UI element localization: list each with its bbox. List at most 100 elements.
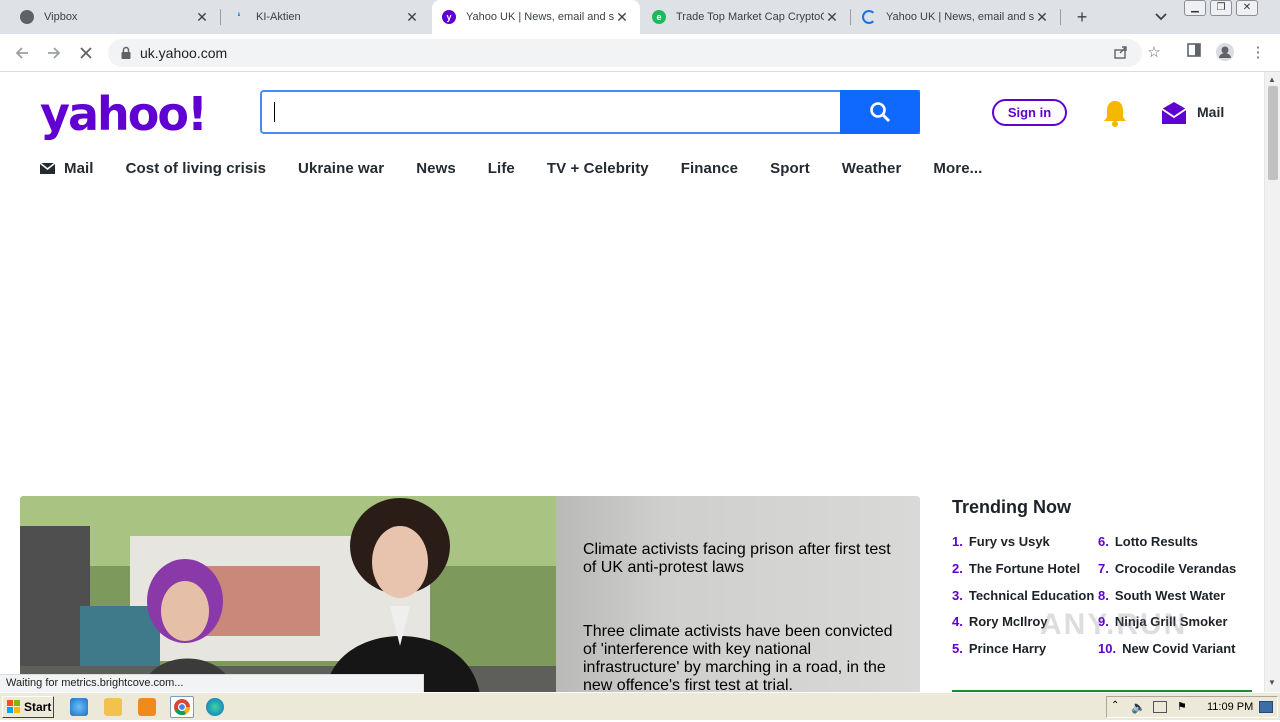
nav-item-finance[interactable]: Finance — [681, 160, 738, 177]
loading-spinner-icon — [862, 10, 876, 24]
tab-vipbox[interactable]: Vipbox ✕ — [10, 0, 220, 34]
trending-rank: 1. — [952, 534, 963, 549]
scroll-up-arrow-icon[interactable]: ▲ — [1268, 75, 1276, 84]
close-icon[interactable]: ✕ — [194, 9, 210, 26]
media-player-icon[interactable] — [138, 698, 156, 716]
search-input[interactable] — [262, 93, 832, 131]
address-bar[interactable]: uk.yahoo.com — [108, 39, 1142, 67]
trending-item[interactable]: 8. South West Water — [1098, 588, 1225, 603]
bookmark-star-icon[interactable]: ☆ — [1143, 42, 1165, 64]
yahoo-favicon-icon: y — [442, 10, 456, 24]
trending-rank: 10. — [1098, 641, 1117, 656]
tab-yahoo-loading[interactable]: Yahoo UK | News, email and se ✕ — [852, 0, 1060, 34]
side-panel-icon[interactable] — [1183, 42, 1205, 64]
nav-item-tv-celebrity[interactable]: TV + Celebrity — [547, 160, 649, 177]
stop-loading-icon[interactable] — [74, 41, 98, 65]
trending-item[interactable]: 5. Prince Harry — [952, 641, 1046, 656]
trending-label: Prince Harry — [968, 641, 1047, 656]
tray-expand-icon[interactable]: ⌃ — [1111, 700, 1119, 711]
trending-item[interactable]: 3. Technical Education — [952, 588, 1094, 603]
trending-rank: 3. — [952, 588, 963, 603]
trending-label: Rory McIlroy — [968, 614, 1048, 629]
trending-rank: 8. — [1098, 588, 1109, 603]
nav-item-ukraine-war[interactable]: Ukraine war — [298, 160, 384, 177]
nav-item-cost-of-living[interactable]: Cost of living crisis — [126, 160, 266, 177]
chrome-taskbar-button[interactable] — [170, 696, 194, 718]
trending-label: Crocodile Verandas — [1114, 561, 1237, 576]
mail-envelope-icon[interactable] — [1160, 100, 1188, 126]
trending-label: Fury vs Usyk — [968, 534, 1050, 549]
tab-search-chevron-icon[interactable] — [1150, 8, 1172, 26]
close-icon[interactable]: ✕ — [824, 9, 840, 26]
mail-icon — [40, 162, 55, 174]
notifications-bell-icon[interactable] — [1102, 98, 1128, 128]
forward-arrow-icon[interactable] — [42, 41, 66, 65]
menu-dots-icon[interactable]: ⋮ — [1247, 42, 1269, 64]
yahoo-logo[interactable]: yahoo! — [40, 86, 208, 142]
tab-title: Yahoo UK | News, email and se — [886, 11, 1034, 23]
edge-icon[interactable] — [206, 698, 224, 716]
search-button[interactable] — [840, 90, 920, 134]
new-tab-button[interactable]: + — [1070, 6, 1094, 28]
status-bubble: Waiting for metrics.brightcove.com... — [0, 674, 424, 692]
nav-item-news[interactable]: News — [416, 160, 456, 177]
tab-separator — [850, 9, 851, 25]
action-center-flag-icon[interactable]: ⚑ — [1177, 700, 1187, 713]
start-label: Start — [24, 700, 52, 714]
nav-item-life[interactable]: Life — [488, 160, 515, 177]
close-icon[interactable]: ✕ — [1034, 9, 1050, 26]
hero-summary: Three climate activists have been convic… — [583, 623, 893, 692]
tab-separator — [1060, 9, 1061, 25]
search-box[interactable] — [260, 90, 920, 134]
trending-label: New Covid Variant — [1122, 641, 1236, 656]
network-icon[interactable] — [1153, 701, 1167, 713]
tab-ki-aktien[interactable]: ʻ KI-Aktien ✕ — [222, 0, 430, 34]
taskbar-clock[interactable]: 11:09 PM — [1207, 701, 1253, 713]
close-icon[interactable]: ✕ — [404, 9, 420, 26]
trending-item[interactable]: 7. Crocodile Verandas — [1098, 561, 1236, 576]
share-icon[interactable] — [1112, 44, 1130, 62]
close-icon[interactable]: ✕ — [614, 9, 630, 26]
tab-yahoo-active[interactable]: y Yahoo UK | News, email and se ✕ — [432, 0, 640, 34]
nav-item-sport[interactable]: Sport — [770, 160, 810, 177]
tab-trade-crypto[interactable]: e Trade Top Market Cap CryptoC ✕ — [642, 0, 850, 34]
trending-item[interactable]: 1. Fury vs Usyk — [952, 534, 1050, 549]
hero-photo — [20, 496, 556, 692]
nav-item-mail[interactable]: Mail — [40, 160, 94, 177]
trending-title: Trending Now — [952, 497, 1071, 517]
hero-headline[interactable]: Climate activists facing prison after fi… — [583, 541, 893, 577]
show-desktop-icon[interactable] — [1259, 701, 1273, 713]
text-caret — [274, 102, 275, 122]
internet-explorer-icon[interactable] — [70, 698, 88, 716]
tab-title: Yahoo UK | News, email and se — [466, 11, 614, 23]
trending-rank: 6. — [1098, 534, 1109, 549]
crypto-favicon-icon: e — [652, 10, 666, 24]
close-window-icon[interactable]: ✕ — [1236, 0, 1258, 16]
trending-item[interactable]: 10. New Covid Variant — [1098, 641, 1236, 656]
globe-icon — [20, 10, 34, 24]
nav-item-weather[interactable]: Weather — [842, 160, 902, 177]
tab-title: Vipbox — [44, 11, 78, 23]
start-button[interactable]: Start — [2, 696, 54, 718]
header-mail-link[interactable]: Mail — [1197, 104, 1224, 120]
trending-rank: 5. — [952, 641, 963, 656]
minimize-icon[interactable]: ▁ — [1184, 0, 1206, 16]
sign-in-button[interactable]: Sign in — [992, 99, 1067, 126]
trending-rank: 4. — [952, 614, 963, 629]
scroll-down-arrow-icon[interactable]: ▼ — [1268, 678, 1276, 687]
back-arrow-icon[interactable] — [10, 41, 34, 65]
lock-icon — [121, 46, 131, 59]
trending-label: South West Water — [1114, 588, 1226, 603]
nav-item-more[interactable]: More... — [933, 160, 982, 177]
trending-item[interactable]: 4. Rory McIlroy — [952, 614, 1048, 629]
folder-icon[interactable] — [104, 698, 122, 716]
main-navigation: Mail Cost of living crisis Ukraine war N… — [40, 156, 1014, 180]
page-scrollbar[interactable]: ▲ ▼ — [1264, 72, 1280, 692]
scrollbar-thumb[interactable] — [1268, 86, 1278, 180]
trending-item[interactable]: 2. The Fortune Hotel — [952, 561, 1080, 576]
restore-icon[interactable]: ❐ — [1210, 0, 1232, 16]
volume-icon[interactable]: 🔈 — [1131, 700, 1146, 714]
browser-toolbar: uk.yahoo.com ☆ ⋮ — [0, 34, 1280, 72]
trending-item[interactable]: 6. Lotto Results — [1098, 534, 1198, 549]
profile-avatar-icon[interactable] — [1214, 42, 1236, 64]
